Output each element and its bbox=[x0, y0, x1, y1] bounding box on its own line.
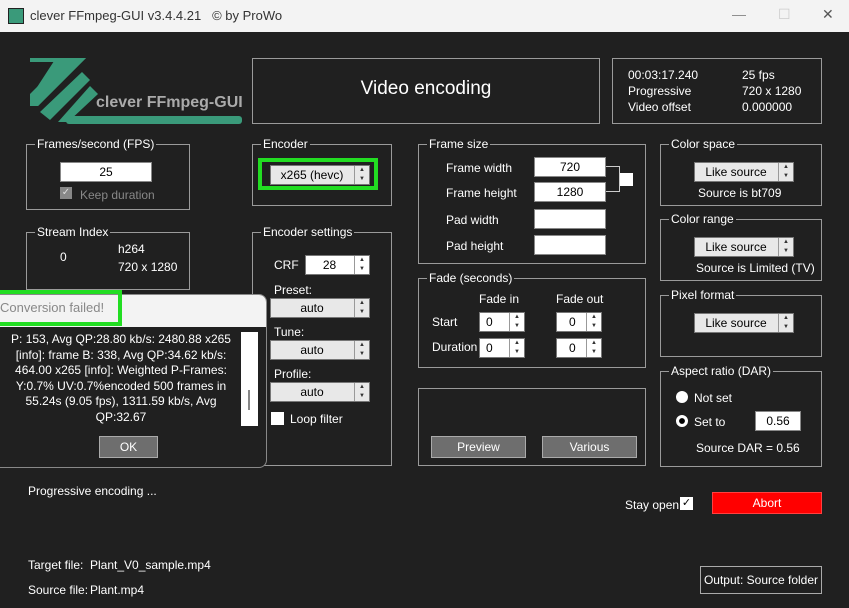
close-button[interactable]: ✕ bbox=[822, 6, 834, 23]
logo-icon bbox=[30, 58, 242, 124]
stream-group-label: Stream Index bbox=[35, 225, 111, 239]
frame-height-input[interactable]: 1280 bbox=[534, 182, 606, 202]
fade-label: Fade (seconds) bbox=[427, 271, 515, 285]
set-to-label: Set to bbox=[694, 415, 726, 429]
profile-select[interactable]: auto ▲ ▼ bbox=[270, 382, 370, 402]
pixel-format-select[interactable]: Like source ▲ ▼ bbox=[694, 313, 794, 333]
offset-label: Video offset bbox=[628, 100, 691, 114]
tune-label: Tune: bbox=[274, 325, 305, 339]
title-bar: clever FFmpeg-GUI v3.4.4.21 © by ProWo —… bbox=[0, 0, 849, 32]
fade-start-out[interactable]: 0 ▲ ▼ bbox=[556, 312, 602, 332]
aspect-label: Aspect ratio (DAR) bbox=[669, 364, 774, 378]
source-dar: Source DAR = 0.56 bbox=[696, 441, 800, 455]
dialog-message: P: 153, Avg QP:28.80 kb/s: 2480.88 x265 … bbox=[11, 332, 231, 424]
stream-index: 0 bbox=[60, 250, 67, 264]
frame-width-input[interactable]: 720 bbox=[534, 157, 606, 177]
source-file-label: Source file: bbox=[28, 583, 89, 597]
loop-filter-label: Loop filter bbox=[290, 412, 343, 426]
frame-size-label: Frame size bbox=[427, 137, 491, 151]
fade-in-label: Fade in bbox=[479, 292, 520, 306]
abort-button[interactable]: Abort bbox=[712, 492, 822, 514]
fps-info: 25 fps bbox=[742, 68, 775, 82]
page-title: Video encoding bbox=[360, 78, 492, 99]
color-space-source: Source is bt709 bbox=[698, 186, 782, 200]
fps-input[interactable]: 25 bbox=[60, 162, 152, 182]
pad-height-input[interactable] bbox=[534, 235, 606, 255]
pad-height-label: Pad height bbox=[446, 239, 504, 253]
output-folder-button[interactable]: Output: Source folder bbox=[700, 566, 822, 594]
resolution-info: 720 x 1280 bbox=[742, 84, 802, 98]
spin-arrows-icon: ▲ ▼ bbox=[354, 166, 369, 184]
scan-type: Progressive bbox=[628, 84, 692, 98]
color-space-select[interactable]: Like source ▲ ▼ bbox=[694, 162, 794, 182]
maximize-button[interactable]: ☐ bbox=[778, 6, 791, 23]
preview-button[interactable]: Preview bbox=[431, 436, 526, 458]
preset-select[interactable]: auto ▲ ▼ bbox=[270, 298, 370, 318]
fade-start-label: Start bbox=[432, 315, 458, 329]
status-text: Progressive encoding ... bbox=[28, 484, 157, 498]
stream-resolution: 720 x 1280 bbox=[118, 260, 178, 274]
scrollbar-thumb[interactable] bbox=[248, 390, 250, 410]
keep-duration-label: Keep duration bbox=[80, 188, 155, 202]
dialog-scrollbar[interactable] bbox=[241, 332, 258, 426]
fade-out-label: Fade out bbox=[556, 292, 604, 306]
fade-duration-out[interactable]: 0 ▲ ▼ bbox=[556, 338, 602, 358]
dialog-title: Conversion failed! bbox=[0, 300, 105, 315]
fade-duration-in[interactable]: 0 ▲ ▼ bbox=[479, 338, 525, 358]
encoder-settings-label: Encoder settings bbox=[261, 225, 355, 239]
frame-height-label: Frame height bbox=[446, 186, 517, 200]
minimize-button[interactable]: — bbox=[732, 6, 746, 22]
encoder-select[interactable]: x265 (hevc) ▲ ▼ bbox=[270, 165, 370, 185]
various-button[interactable]: Various bbox=[542, 436, 637, 458]
crf-label: CRF bbox=[274, 258, 299, 272]
source-file: Plant.mp4 bbox=[90, 583, 145, 597]
frame-width-label: Frame width bbox=[446, 161, 513, 175]
logo-text: clever FFmpeg-GUI bbox=[96, 94, 243, 111]
set-to-radio[interactable] bbox=[676, 415, 688, 427]
color-range-label: Color range bbox=[669, 212, 736, 226]
target-file-label: Target file: bbox=[28, 558, 84, 572]
color-space-label: Color space bbox=[669, 137, 738, 151]
pad-width-label: Pad width bbox=[446, 213, 499, 227]
offset-value: 0.000000 bbox=[742, 100, 793, 114]
aspect-input[interactable]: 0.56 bbox=[755, 411, 801, 431]
color-range-source: Source is Limited (TV) bbox=[696, 261, 815, 275]
keep-duration-checkbox[interactable]: ✓ bbox=[60, 187, 72, 199]
not-set-label: Not set bbox=[694, 391, 733, 405]
stream-codec: h264 bbox=[118, 242, 145, 256]
pixel-format-label: Pixel format bbox=[669, 288, 737, 302]
preset-label: Preset: bbox=[274, 283, 313, 297]
loop-filter-checkbox[interactable] bbox=[271, 412, 284, 425]
copyright: © by ProWo bbox=[212, 8, 283, 23]
window-title: clever FFmpeg-GUI v3.4.4.21 bbox=[30, 8, 202, 23]
fade-start-in[interactable]: 0 ▲ ▼ bbox=[479, 312, 525, 332]
stay-open-label: Stay open bbox=[625, 498, 680, 512]
app-icon bbox=[8, 8, 24, 24]
profile-label: Profile: bbox=[274, 367, 312, 381]
color-range-select[interactable]: Like source ▲ ▼ bbox=[694, 237, 794, 257]
fps-group-label: Frames/second (FPS) bbox=[35, 137, 157, 151]
encoder-group-label: Encoder bbox=[261, 137, 310, 151]
duration: 00:03:17.240 bbox=[628, 68, 699, 82]
aspect-lock-checkbox[interactable] bbox=[620, 173, 633, 186]
stay-open-checkbox[interactable]: ✓ bbox=[680, 497, 693, 510]
tune-select[interactable]: auto ▲ ▼ bbox=[270, 340, 370, 360]
aspect-link-bracket bbox=[606, 166, 620, 192]
not-set-radio[interactable] bbox=[676, 391, 688, 403]
ok-button[interactable]: OK bbox=[99, 436, 158, 458]
target-file: Plant_V0_sample.mp4 bbox=[90, 558, 211, 572]
crf-input[interactable]: 28 ▲ ▼ bbox=[305, 255, 370, 275]
pad-width-input[interactable] bbox=[534, 209, 606, 229]
fade-duration-label: Duration bbox=[432, 340, 478, 354]
